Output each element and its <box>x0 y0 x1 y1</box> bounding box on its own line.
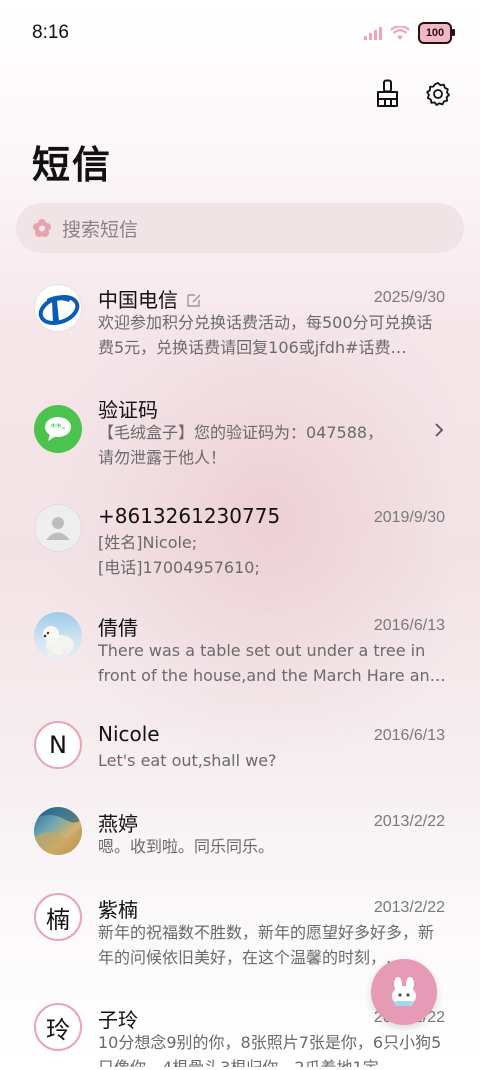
signal-icon <box>364 27 382 40</box>
conversation-item[interactable]: N Nicole 2016/6/13 Let's eat out,shall w… <box>0 708 480 788</box>
conversation-name: +8613261230775 <box>98 504 281 528</box>
chevron-right-icon[interactable] <box>434 422 444 438</box>
status-time: 8:16 <box>32 22 69 43</box>
conversation-preview: 嗯。收到啦。同乐同乐。 <box>98 837 275 856</box>
conversation-name: 燕婷 <box>98 812 138 836</box>
page-title: 短信 <box>32 143 113 187</box>
conversation-date: 2019/9/30 <box>373 509 445 526</box>
chatbot-fab-icon <box>392 977 416 1006</box>
conversation-preview: Let's eat out,shall we? <box>98 751 277 770</box>
preview-line: [电话]17004957610; <box>98 558 260 577</box>
battery-indicator: 100 <box>418 22 455 44</box>
conversation-name: 中国电信 <box>98 284 202 313</box>
conversation-item[interactable]: +8613261230775 2019/9/30 [姓名]Nicole; [电话… <box>0 488 480 592</box>
settings-button[interactable] <box>422 78 454 110</box>
conversation-name: 子玲 <box>98 1008 138 1032</box>
conversation-date: 2013/2/22 <box>373 813 445 830</box>
message-bubble-icon: **- <box>45 417 71 441</box>
cleanup-brush-icon <box>377 79 398 107</box>
conversation-preview: 10分想念9别的你，8张照片7张是你，6只小狗5只像你，4根骨头3根归你，2爪着… <box>98 1033 442 1067</box>
conversation-item[interactable]: 倩倩 2016/6/13 There was a table set out u… <box>0 598 480 702</box>
avatar <box>34 284 82 332</box>
conversation-preview: 欢迎参加积分兑换话费活动，每500分可兑换话费5元，兑换话费请回复106或jfd… <box>98 313 433 357</box>
conversation-date: 2016/6/13 <box>373 727 445 744</box>
conversation-preview: 【毛绒盒子】您的验证码为：047588，请勿泄露于他人！ <box>98 423 384 467</box>
search-flower-icon <box>33 219 51 237</box>
conversation-preview: There was a table set out under a tree i… <box>98 641 446 685</box>
system-icons: 100 <box>364 22 455 44</box>
avatar <box>34 612 82 660</box>
default-person-icon <box>46 517 70 540</box>
landscape-photo <box>34 807 82 855</box>
conversation-date: 2025/9/30 <box>373 289 445 306</box>
conversation-preview: [姓名]Nicole; [电话]17004957610; <box>98 530 448 580</box>
conversation-name: Nicole <box>98 722 160 746</box>
conversation-date: 2013/2/22 <box>373 899 445 916</box>
conversation-name: 验证码 <box>98 398 158 422</box>
conversation-name: 紫楠 <box>98 898 138 922</box>
search-bar[interactable]: 搜索短信 <box>16 203 464 253</box>
avatar <box>34 807 82 855</box>
svg-text:**-: **- <box>51 421 66 434</box>
chatbot-fab-button[interactable] <box>371 959 437 1025</box>
preview-line: [姓名]Nicole; <box>98 533 198 552</box>
polar-bear-photo <box>43 626 74 657</box>
wifi-icon <box>390 25 410 40</box>
china-telecom-logo-icon <box>38 294 80 326</box>
avatar: **- <box>34 405 82 453</box>
conversation-date: 2016/6/13 <box>373 617 445 634</box>
search-placeholder: 搜索短信 <box>62 218 139 241</box>
conversation-item[interactable]: 燕婷 2013/2/22 嗯。收到啦。同乐同乐。 <box>0 794 480 874</box>
conversation-item[interactable]: **- 验证码 【毛绒盒子】您的验证码为：047588，请勿泄露于他人！ <box>0 378 480 482</box>
top-actions <box>372 78 454 110</box>
avatar-letter: N <box>34 721 82 769</box>
edit-icon <box>187 294 201 307</box>
avatar <box>34 504 82 552</box>
avatar-letter: 楠 <box>34 893 82 941</box>
conversation-name: 倩倩 <box>98 616 138 640</box>
conversation-item[interactable]: 中国电信 2025/9/30 欢迎参加积分兑换话费活动，每500分可兑换话费5元… <box>0 268 480 372</box>
avatar-letter: 玲 <box>34 1003 82 1051</box>
settings-gear-icon <box>426 82 450 106</box>
status-bar: 8:16 100 <box>0 0 480 64</box>
cleanup-brush-button[interactable] <box>372 78 404 110</box>
